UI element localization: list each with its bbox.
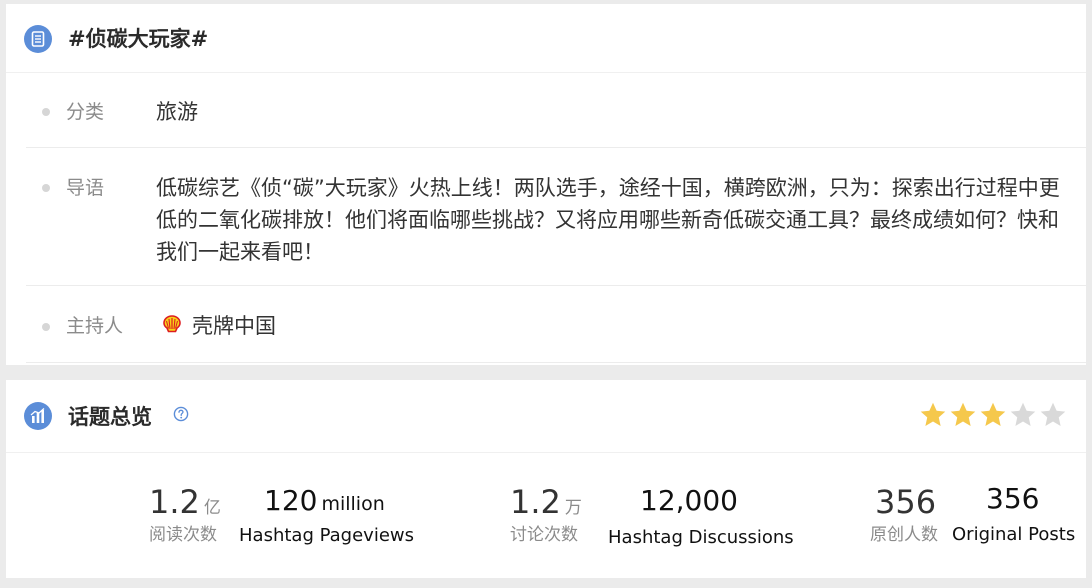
overview-header: 话题总览 [6, 380, 1086, 453]
host-name-link[interactable]: 壳牌中国 [192, 310, 276, 342]
stat-discussion-en: 12,000 [640, 484, 738, 518]
stat-read-unit: 亿 [203, 498, 221, 518]
topic-title[interactable]: #侦碳大玩家# [68, 24, 208, 54]
star-filled-icon [918, 400, 948, 430]
document-list-icon [24, 25, 52, 53]
stat-original-en: 356 [986, 482, 1039, 516]
stat-discussion-count: 1.2 万 [510, 484, 582, 520]
stat-discussion-unit: 万 [564, 498, 582, 518]
stat-read-en-label: Hashtag Pageviews [239, 525, 414, 546]
host-label: 主持人 [66, 315, 124, 337]
stat-read-en: 120 million [264, 484, 385, 518]
rating-stars [918, 400, 1068, 434]
topic-header: #侦碳大玩家# [6, 4, 1086, 73]
intro-text: 低碳综艺《侦“碳”大玩家》火热上线！两队选手，途经十国，横跨欧洲，只为：探索出行… [156, 176, 1060, 264]
topic-overview-card: 话题总览 1.2 亿 阅读次数 120 million Hashtag Pagevi… [6, 380, 1086, 578]
stat-read-en-number: 120 [264, 484, 318, 517]
stat-original-en-label: Original Posts [952, 524, 1076, 545]
bar-chart-icon [24, 402, 52, 430]
intro-label: 导语 [66, 177, 105, 199]
stat-discussion-label: 讨论次数 [510, 525, 578, 545]
star-filled-icon [948, 400, 978, 430]
stat-original-number: 356 [875, 483, 937, 521]
stat-original-label: 原创人数 [870, 525, 938, 545]
category-row: 分类 旅游 [26, 74, 1086, 148]
stat-discussion-en-label: Hashtag Discussions [608, 527, 794, 548]
stat-read-en-unit: million [321, 493, 385, 515]
star-empty-icon [1008, 400, 1038, 430]
stat-read-label: 阅读次数 [149, 525, 217, 545]
stat-original-count: 356 [875, 484, 936, 520]
intro-row: 导语 低碳综艺《侦“碳”大玩家》火热上线！两队选手，途经十国，横跨欧洲，只为：探… [26, 148, 1086, 286]
stat-discussion-en-number: 12,000 [640, 484, 738, 517]
bullet-dot-icon [42, 108, 50, 116]
bullet-dot-icon [42, 184, 50, 192]
topic-info-card: #侦碳大玩家# 分类 旅游 导语 低碳综艺《侦“碳”大玩家》火热上线！两队选手，… [6, 4, 1086, 365]
stat-read-count: 1.2 亿 [149, 484, 221, 520]
host-row: 主持人 壳牌中国 [26, 286, 1086, 363]
category-label: 分类 [66, 101, 105, 123]
star-empty-icon [1038, 400, 1068, 430]
bullet-dot-icon [42, 323, 50, 331]
shell-logo-icon [162, 314, 182, 338]
stat-original-en-number: 356 [986, 482, 1040, 515]
star-filled-icon [978, 400, 1008, 430]
category-value[interactable]: 旅游 [156, 96, 198, 128]
question-circle-icon[interactable] [173, 406, 189, 422]
overview-title: 话题总览 [68, 405, 152, 429]
stat-discussion-number: 1.2 [510, 483, 561, 521]
stat-read-number: 1.2 [149, 483, 200, 521]
